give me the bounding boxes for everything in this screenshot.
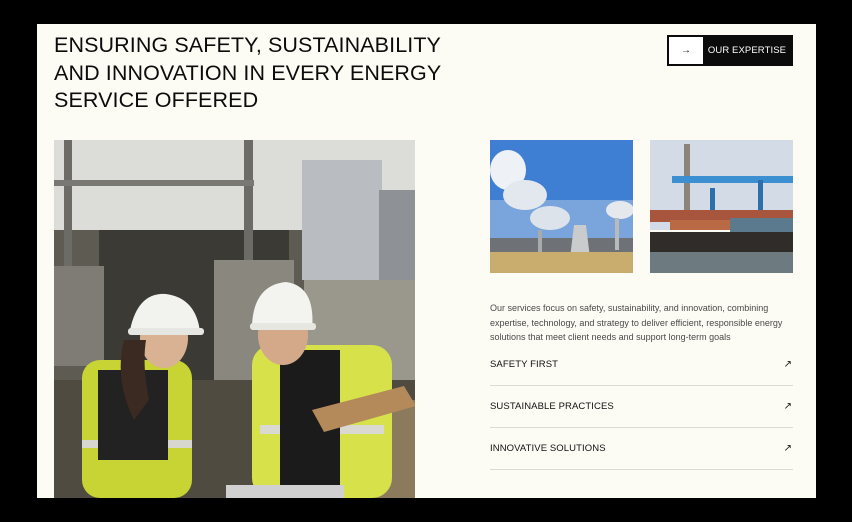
feature-safety-first[interactable]: SAFETY FIRST ↗ (490, 344, 793, 386)
feature-label: INNOVATIVE SOLUTIONS (490, 443, 606, 454)
arrow-up-right-icon: ↗ (783, 359, 792, 370)
arrow-right-icon: → (669, 37, 703, 64)
industrial-port-photo (650, 140, 793, 273)
power-plant-photo (490, 140, 633, 273)
section-headline: ENSURING SAFETY, SUSTAINABILITY AND INNO… (54, 33, 441, 112)
feature-innovative-solutions[interactable]: INNOVATIVE SOLUTIONS ↗ (490, 428, 793, 470)
services-section: ENSURING SAFETY, SUSTAINABILITY AND INNO… (37, 24, 816, 498)
arrow-up-right-icon: ↗ (783, 401, 792, 412)
feature-sustainable-practices[interactable]: SUSTAINABLE PRACTICES ↗ (490, 386, 793, 428)
our-expertise-label: OUR EXPERTISE (707, 45, 787, 56)
our-expertise-button[interactable]: → OUR EXPERTISE (667, 35, 793, 66)
feature-label: SUSTAINABLE PRACTICES (490, 401, 614, 412)
feature-label: SAFETY FIRST (490, 359, 559, 370)
arrow-up-right-icon: ↗ (783, 443, 792, 454)
engineers-photo (54, 140, 415, 498)
services-description: Our services focus on safety, sustainabi… (490, 303, 783, 343)
